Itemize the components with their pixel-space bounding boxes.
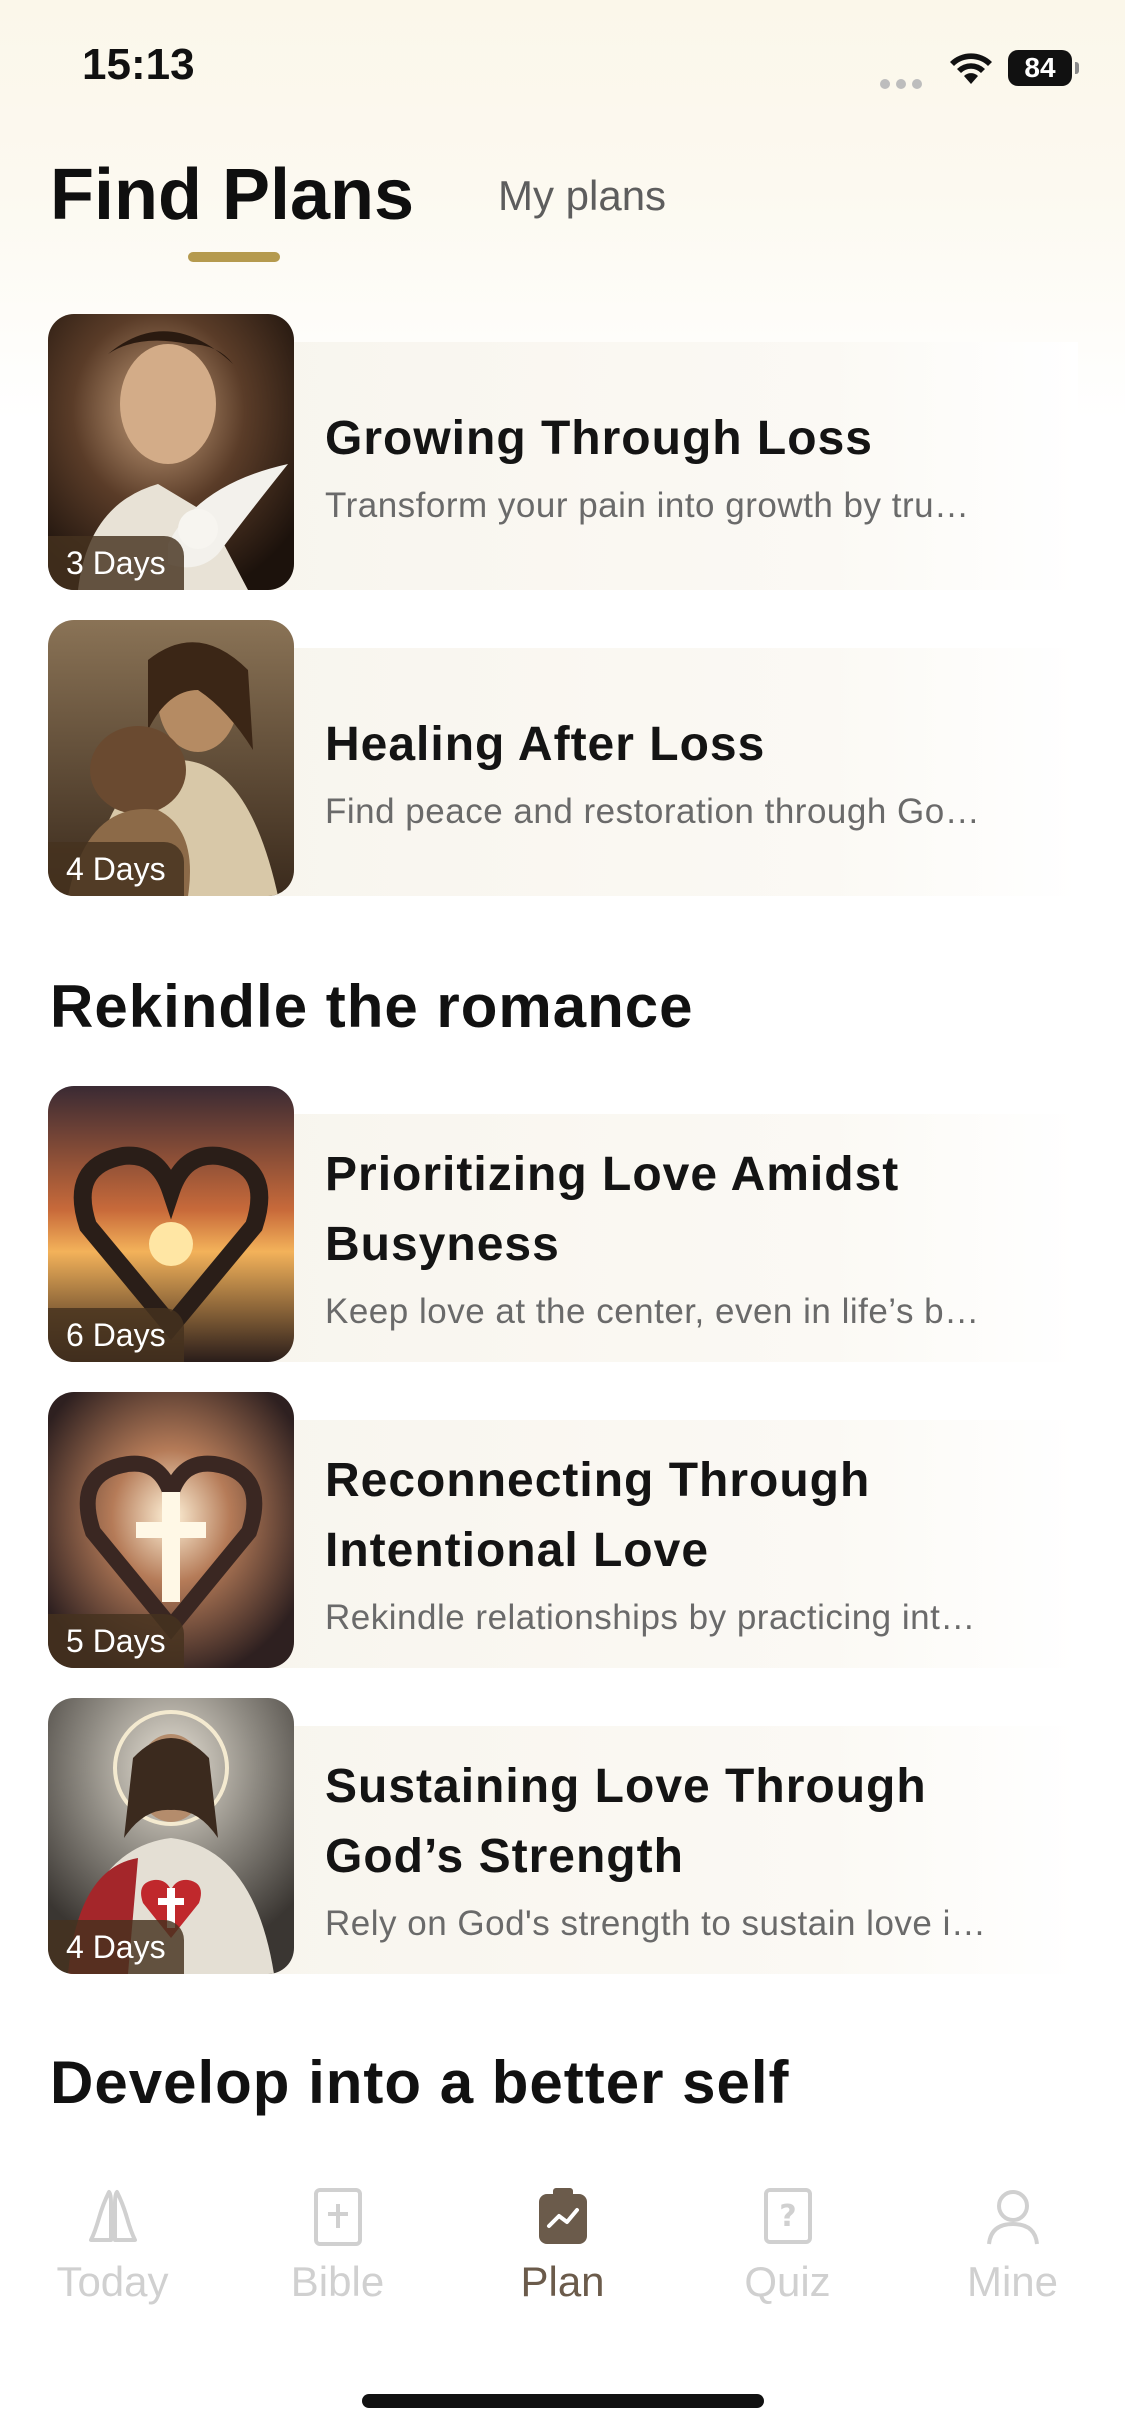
nav-label-today: Today <box>56 2258 169 2305</box>
days-badge: 5 Days <box>48 1614 184 1668</box>
plan-thumbnail-sacred-heart: 4 Days <box>48 1698 294 1974</box>
plan-thumbnail-dove: 3 Days <box>48 314 294 590</box>
plan-title: Growing Through Loss <box>325 412 873 465</box>
days-badge: 3 Days <box>48 536 184 590</box>
nav-bible[interactable]: Bible <box>225 2184 450 2306</box>
plan-card-growing-through-loss[interactable]: 3 Days Growing Through Loss Transform yo… <box>48 314 1078 590</box>
home-indicator <box>362 2394 764 2408</box>
nav-plan[interactable]: Plan <box>450 2184 675 2306</box>
wifi-icon <box>950 53 992 84</box>
quiz-icon: ? <box>763 2188 812 2244</box>
days-badge: 4 Days <box>48 842 184 896</box>
nav-today[interactable]: Today <box>0 2184 225 2306</box>
nav-label-plan: Plan <box>520 2258 605 2305</box>
status-time: 15:13 <box>82 40 195 89</box>
praying-hands-icon <box>88 2190 137 2242</box>
plan-title: Healing After Loss <box>325 718 766 771</box>
plan-description: Transform your pain into growth by tru… <box>325 486 970 525</box>
active-tab-indicator <box>188 252 280 262</box>
nav-label-bible: Bible <box>290 2258 385 2305</box>
plan-title: Prioritizing Love Amidst Busyness <box>325 1148 900 1271</box>
plan-card-healing-after-loss[interactable]: 4 Days Healing After Loss Find peace and… <box>48 620 1078 896</box>
status-bar: 15:13 84 <box>0 0 1125 135</box>
plan-description: Rekindle relationships by practicing int… <box>325 1598 976 1637</box>
nav-quiz[interactable]: ? Quiz <box>675 2184 900 2306</box>
plan-card-sustaining-love[interactable]: 4 Days Sustaining Love Through God’s Str… <box>48 1698 1078 1974</box>
days-badge: 4 Days <box>48 1920 184 1974</box>
tab-find-plans[interactable]: Find Plans <box>50 154 414 236</box>
plan-description: Rely on God's strength to sustain love i… <box>325 1904 987 1943</box>
battery-indicator: 84 <box>1008 50 1079 86</box>
plan-title: Reconnecting Through Intentional Love <box>325 1454 871 1577</box>
plan-card-reconnecting-love[interactable]: 5 Days Reconnecting Through Intentional … <box>48 1392 1078 1668</box>
plan-card-prioritizing-love[interactable]: 6 Days Prioritizing Love Amidst Busyness… <box>48 1086 1078 1362</box>
nav-mine[interactable]: Mine <box>900 2184 1125 2306</box>
plan-clipboard-icon <box>538 2188 587 2244</box>
svg-text:?: ? <box>779 2199 796 2234</box>
section-title-rekindle-romance: Rekindle the romance <box>50 973 694 1040</box>
bible-book-icon <box>313 2188 362 2246</box>
days-badge: 6 Days <box>48 1308 184 1362</box>
plan-thumbnail-cross-heart: 5 Days <box>48 1392 294 1668</box>
plan-thumbnail-thorn-heart: 6 Days <box>48 1086 294 1362</box>
plan-description: Find peace and restoration through Go… <box>325 792 981 831</box>
plan-thumbnail-embrace: 4 Days <box>48 620 294 896</box>
plan-description: Keep love at the center, even in life’s … <box>325 1292 980 1331</box>
plan-tabs: Find Plans My plans <box>0 150 1125 270</box>
signal-dots-icon <box>880 76 928 94</box>
nav-label-mine: Mine <box>966 2258 1059 2305</box>
profile-icon <box>986 2190 1039 2245</box>
tab-my-plans[interactable]: My plans <box>498 172 666 220</box>
plan-title: Sustaining Love Through God’s Strength <box>325 1760 927 1883</box>
section-title-better-self: Develop into a better self <box>50 2049 790 2116</box>
nav-label-quiz: Quiz <box>744 2258 831 2305</box>
